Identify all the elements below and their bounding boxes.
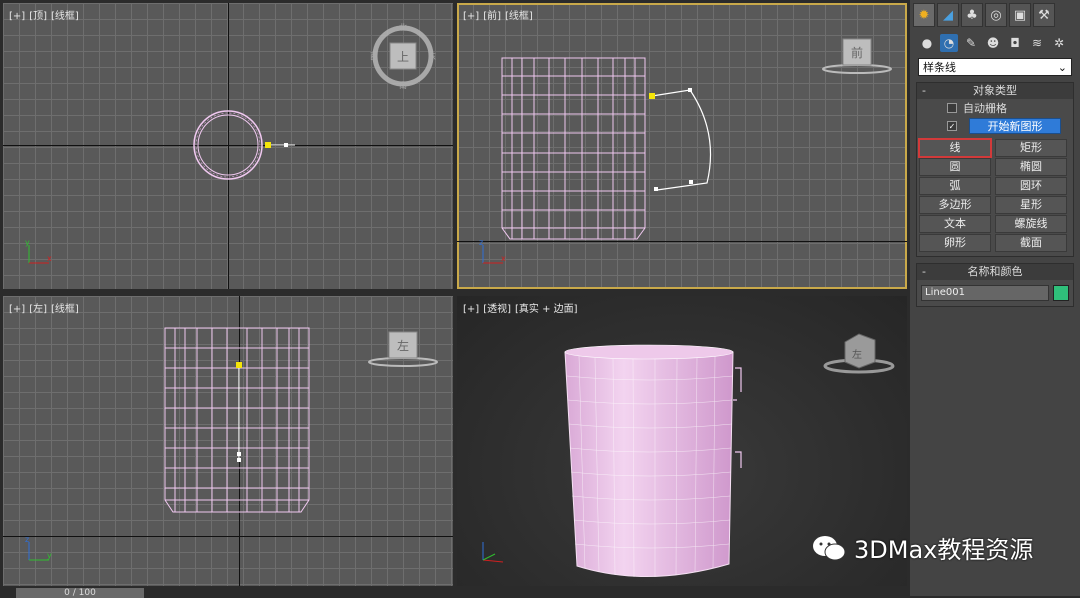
helpers-icon[interactable]: ◘	[1006, 34, 1024, 52]
start-new-shape-row: ✓ 开始新图形	[917, 117, 1073, 135]
systems-icon[interactable]: ✲	[1050, 34, 1068, 52]
star-button[interactable]: 星形	[995, 196, 1067, 214]
axis-triad	[482, 542, 504, 563]
shapes-icon[interactable]: ◔	[940, 34, 958, 52]
lights-icon[interactable]: ✎	[962, 34, 980, 52]
object-type-rollout: - 对象类型 自动栅格 ✓ 开始新图形 线 矩形 圆 椭圆 弧 圆环 多边形 星…	[916, 82, 1074, 257]
ngon-button[interactable]: 多边形	[919, 196, 991, 214]
rollout-header[interactable]: - 对象类型	[917, 83, 1073, 99]
shape-buttons: 线 矩形 圆 椭圆 弧 圆环 多边形 星形 文本 螺旋线 卵形 截面	[917, 135, 1073, 256]
text-button[interactable]: 文本	[919, 215, 991, 233]
command-panel-tabs: ✹ ◢ ♣ ◎ ▣ ⚒	[910, 0, 1080, 30]
viewport-top[interactable]: [+] [顶] [线框] 上 北 南 西 东 y x	[3, 3, 453, 289]
start-new-shape-button[interactable]: 开始新图形	[969, 118, 1061, 134]
section-button[interactable]: 截面	[995, 234, 1067, 252]
display-tab-icon[interactable]: ▣	[1009, 3, 1031, 27]
object-color-swatch[interactable]	[1053, 285, 1069, 301]
svg-text:y: y	[25, 239, 30, 247]
watermark: 3DMax教程资源	[812, 530, 1033, 565]
svg-text:西: 西	[370, 52, 378, 61]
time-slider[interactable]: 0 / 100	[16, 588, 144, 598]
auto-grid-row: 自动栅格	[917, 99, 1073, 117]
motion-tab-icon[interactable]: ◎	[985, 3, 1007, 27]
create-tab-icon[interactable]: ✹	[913, 3, 935, 27]
svg-text:前: 前	[851, 45, 863, 60]
space-warps-icon[interactable]: ≋	[1028, 34, 1046, 52]
helix-button[interactable]: 螺旋线	[995, 215, 1067, 233]
rectangle-button[interactable]: 矩形	[995, 139, 1067, 157]
svg-text:左: 左	[852, 348, 862, 361]
svg-text:z: z	[479, 239, 483, 247]
axis-triad: z y	[25, 536, 52, 561]
rollout-header[interactable]: - 名称和颜色	[917, 264, 1073, 280]
circle-button[interactable]: 圆	[919, 158, 991, 176]
svg-text:x: x	[501, 254, 506, 263]
collapse-icon: -	[922, 84, 926, 97]
name-row: Line001	[917, 280, 1073, 306]
viewcube-perspective[interactable]: 左	[819, 328, 899, 376]
chevron-down-icon: ⌄	[1057, 60, 1067, 74]
command-panel: ✹ ◢ ♣ ◎ ▣ ⚒ ● ◔ ✎ ☻ ◘ ≋ ✲ 样条线 ⌄ - 对象类型 自…	[910, 0, 1080, 596]
viewcube-top[interactable]: 上 北 南 西 东	[368, 21, 438, 91]
viewcube-left[interactable]: 左	[363, 328, 443, 370]
svg-text:南: 南	[399, 80, 407, 90]
svg-text:z: z	[25, 536, 29, 544]
start-new-shape-checkbox[interactable]: ✓	[947, 121, 957, 131]
viewport-front[interactable]: [+] [前] [线框] 前 z x	[457, 3, 907, 289]
svg-text:x: x	[47, 254, 52, 263]
name-color-rollout: - 名称和颜色 Line001	[916, 263, 1074, 307]
line-button[interactable]: 线	[918, 138, 992, 158]
category-dropdown[interactable]: 样条线 ⌄	[918, 58, 1072, 76]
axis-triad: z x	[479, 239, 506, 264]
viewport-left[interactable]: [+] [左] [线框] 左 z y	[3, 296, 453, 586]
create-subtabs: ● ◔ ✎ ☻ ◘ ≋ ✲	[910, 30, 1080, 56]
arc-button[interactable]: 弧	[919, 177, 991, 195]
utilities-tab-icon[interactable]: ⚒	[1033, 3, 1055, 27]
object-name-field[interactable]: Line001	[921, 285, 1049, 301]
viewcube-front[interactable]: 前	[817, 35, 897, 77]
axis-triad: y x	[25, 239, 52, 264]
svg-text:北: 北	[399, 23, 407, 32]
svg-text:东: 东	[428, 51, 436, 61]
svg-text:y: y	[47, 551, 52, 560]
svg-text:左: 左	[397, 338, 409, 353]
egg-button[interactable]: 卵形	[919, 234, 991, 252]
donut-button[interactable]: 圆环	[995, 177, 1067, 195]
modify-tab-icon[interactable]: ◢	[937, 3, 959, 27]
wechat-icon	[813, 535, 846, 560]
svg-text:上: 上	[397, 50, 409, 64]
geometry-icon[interactable]: ●	[918, 34, 936, 52]
hierarchy-tab-icon[interactable]: ♣	[961, 3, 983, 27]
ellipse-button[interactable]: 椭圆	[995, 158, 1067, 176]
auto-grid-checkbox[interactable]	[947, 103, 957, 113]
collapse-icon: -	[922, 265, 926, 278]
cameras-icon[interactable]: ☻	[984, 34, 1002, 52]
